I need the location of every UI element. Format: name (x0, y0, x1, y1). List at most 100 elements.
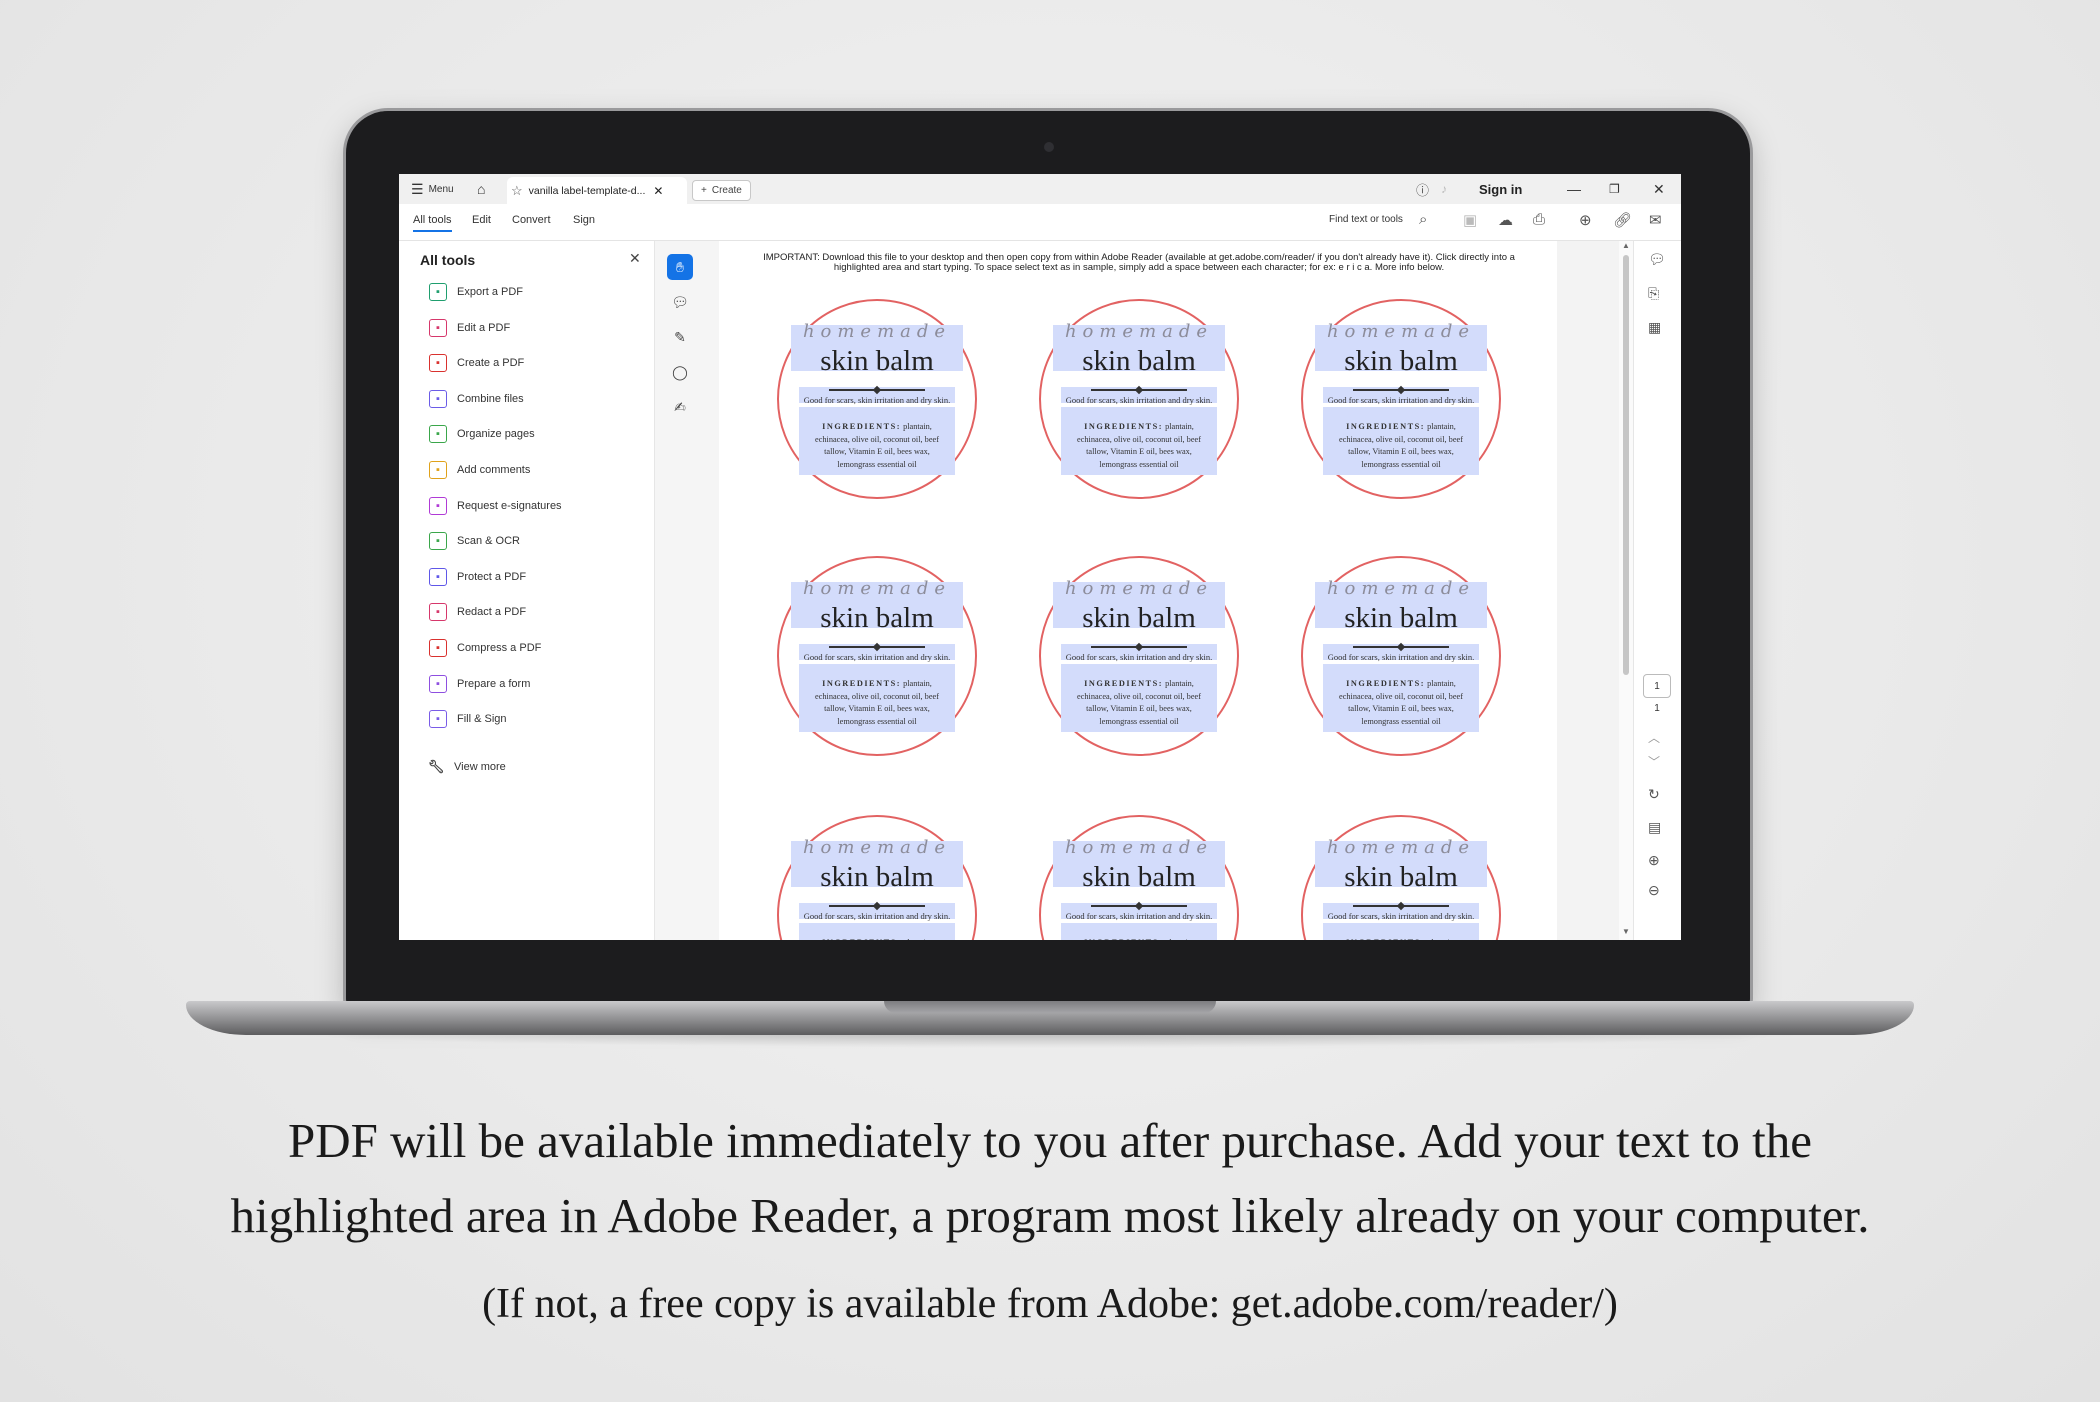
label-description: Good for scars, skin irritation and dry … (1065, 395, 1213, 405)
create-button[interactable]: + Create (692, 180, 751, 201)
all-tools-title: All tools (420, 252, 476, 268)
tool-label: Create a PDF (457, 357, 525, 370)
tool-item[interactable]: ▪ Scan & OCR (429, 531, 520, 551)
tool-item[interactable]: ▪ Fill & Sign (429, 709, 507, 729)
tool-item[interactable]: ▪ Redact a PDF (429, 602, 526, 622)
view-more-label: View more (454, 761, 506, 773)
tool-label: Combine files (457, 392, 524, 405)
caption-line-1: PDF will be available immediately to you… (287, 1113, 1813, 1168)
close-panel-icon[interactable]: ✕ (629, 250, 641, 267)
skin-balm-label[interactable]: homemade skin balm Good for scars, skin ir… (1039, 299, 1239, 499)
hand-tool-icon[interactable]: ✋︎ (667, 254, 693, 280)
ingredients-heading: INGREDIENTS: (1084, 422, 1163, 431)
restore-icon[interactable]: ❐ (1609, 174, 1620, 204)
bell-icon[interactable]: ♪ (1441, 174, 1447, 204)
prev-page-icon[interactable]: ︿ (1648, 729, 1660, 746)
tool-item[interactable]: ▪ Export a PDF (429, 282, 523, 302)
help-icon[interactable]: ⓘ (1416, 174, 1429, 204)
tool-item[interactable]: ▪ Request e-signatures (429, 496, 562, 516)
tool-label: Add comments (457, 464, 531, 476)
pdf-page[interactable]: IMPORTANT: Download this file to your de… (719, 241, 1557, 940)
skin-balm-label[interactable]: homemade skin balm Good for scars, skin ir… (1301, 299, 1501, 499)
tool-item[interactable]: ▪ Add comments (429, 460, 530, 480)
label-product-name: skin balm (820, 602, 934, 634)
share-icon[interactable]: ⊕ (1579, 211, 1592, 229)
label-ingredients: INGREDIENTS: plantain, echinacea, olive … (1331, 937, 1471, 940)
label-product-name: skin balm (1082, 602, 1196, 634)
cloud-upload-icon[interactable]: ☁ (1498, 211, 1513, 229)
view-more-link[interactable]: 🔧︎ View more (428, 757, 506, 777)
scroll-thumb[interactable] (1623, 255, 1629, 675)
tool-icon: ▪ (429, 283, 447, 301)
skin-balm-label[interactable]: homemade skin balm Good for scars, skin ir… (777, 299, 977, 499)
label-ingredients: INGREDIENTS: plantain, echinacea, olive … (1069, 421, 1209, 471)
email-icon[interactable]: ✉ (1649, 211, 1662, 229)
menu-button[interactable]: ☰ Menu (411, 174, 454, 204)
menu-bar: All tools Edit Convert Sign Find text or… (399, 204, 1681, 241)
next-page-icon[interactable]: ﹀ (1648, 753, 1660, 770)
skin-balm-label[interactable]: homemade skin balm Good for scars, skin ir… (1301, 556, 1501, 756)
skin-balm-label[interactable]: homemade skin balm Good for scars, skin ir… (1039, 556, 1239, 756)
tab-convert[interactable]: Convert (512, 214, 551, 226)
label-description: Good for scars, skin irritation and dry … (803, 911, 951, 921)
scroll-down-icon[interactable]: ▼ (1622, 927, 1630, 936)
tool-icon: ▪ (429, 603, 447, 622)
tool-item[interactable]: ▪ Organize pages (429, 424, 535, 444)
label-description: Good for scars, skin irritation and dry … (1065, 652, 1213, 662)
skin-balm-label[interactable]: homemade skin balm Good for scars, skin ir… (1039, 815, 1239, 940)
star-icon[interactable]: ☆ (511, 183, 523, 199)
tab-all-tools[interactable]: All tools (413, 214, 452, 232)
home-icon[interactable]: ⌂ (477, 174, 485, 204)
document-viewer[interactable]: IMPORTANT: Download this file to your de… (719, 241, 1619, 940)
print-icon[interactable]: ⎙ (1533, 211, 1545, 228)
scroll-up-icon[interactable]: ▲ (1622, 241, 1630, 250)
sign-tool-icon[interactable]: ✍︎ (667, 394, 693, 420)
tab-sign[interactable]: Sign (573, 214, 595, 226)
minimize-icon[interactable]: — (1567, 174, 1581, 204)
skin-balm-label[interactable]: homemade skin balm Good for scars, skin ir… (777, 815, 977, 940)
close-tab-icon[interactable]: ✕ (653, 184, 663, 198)
tool-label: Fill & Sign (457, 713, 507, 726)
tool-item[interactable]: ▪ Combine files (429, 389, 524, 409)
label-product-name: skin balm (1082, 861, 1196, 893)
window-close-icon[interactable]: ✕ (1653, 174, 1665, 204)
find-text-label[interactable]: Find text or tools (1329, 214, 1403, 225)
tool-icon: ▪ (429, 461, 447, 479)
label-ingredients: INGREDIENTS: plantain, echinacea, olive … (1331, 421, 1471, 471)
tool-item[interactable]: ▪ Edit a PDF (429, 318, 510, 338)
ingredients-heading: INGREDIENTS: (1084, 679, 1163, 688)
skin-balm-label[interactable]: homemade skin balm Good for scars, skin ir… (777, 556, 977, 756)
tab-edit[interactable]: Edit (472, 214, 491, 226)
tool-label: Protect a PDF (457, 570, 527, 583)
rotate-icon[interactable]: ↻ (1648, 786, 1660, 803)
label-description: Good for scars, skin irritation and dry … (1327, 652, 1475, 662)
document-tab[interactable]: ☆ vanilla label-template-d... ✕ (507, 177, 687, 204)
sign-in-button[interactable]: Sign in (1479, 174, 1522, 204)
label-ingredients: INGREDIENTS: plantain, echinacea, olive … (807, 678, 947, 728)
skin-balm-label[interactable]: homemade skin balm Good for scars, skin ir… (1301, 815, 1501, 940)
reader-window: ☰ Menu ⌂ ☆ vanilla label-template-d... ✕… (399, 174, 1681, 940)
thumbnails-icon[interactable]: ▦ (1648, 319, 1661, 336)
current-page-field[interactable]: 1 (1643, 674, 1671, 698)
tool-item[interactable]: ▪ Prepare a form (429, 674, 530, 694)
ingredients-heading: INGREDIENTS: (1346, 422, 1425, 431)
tool-item[interactable]: ▪ Compress a PDF (429, 638, 541, 658)
zoom-out-icon[interactable]: ⊖ (1648, 882, 1660, 899)
label-script-text: homemade (802, 578, 952, 599)
lasso-tool-icon[interactable]: ◯ (667, 359, 693, 385)
tool-item[interactable]: ▪ Create a PDF (429, 353, 524, 373)
vertical-scrollbar[interactable]: ▲ ▼ (1619, 241, 1633, 940)
comments-panel-icon[interactable]: 💬︎ (1648, 251, 1666, 268)
pen-tool-icon[interactable]: ✎ (667, 324, 693, 350)
tool-label: Export a PDF (457, 286, 524, 298)
search-icon[interactable]: ⌕ (1419, 211, 1427, 228)
comment-tool-icon[interactable]: 💬︎ (667, 289, 693, 315)
bookmarks-icon[interactable]: ⎘ (1648, 285, 1659, 302)
zoom-in-icon[interactable]: ⊕ (1648, 852, 1660, 869)
title-bar: ☰ Menu ⌂ ☆ vanilla label-template-d... ✕… (399, 174, 1681, 204)
save-icon[interactable]: ▣ (1463, 211, 1477, 229)
plus-icon: + (701, 185, 707, 196)
page-info-icon[interactable]: ▤ (1648, 819, 1661, 836)
tool-item[interactable]: ▪ Protect a PDF (429, 567, 526, 587)
link-icon[interactable]: 🔗︎ (1613, 211, 1632, 229)
